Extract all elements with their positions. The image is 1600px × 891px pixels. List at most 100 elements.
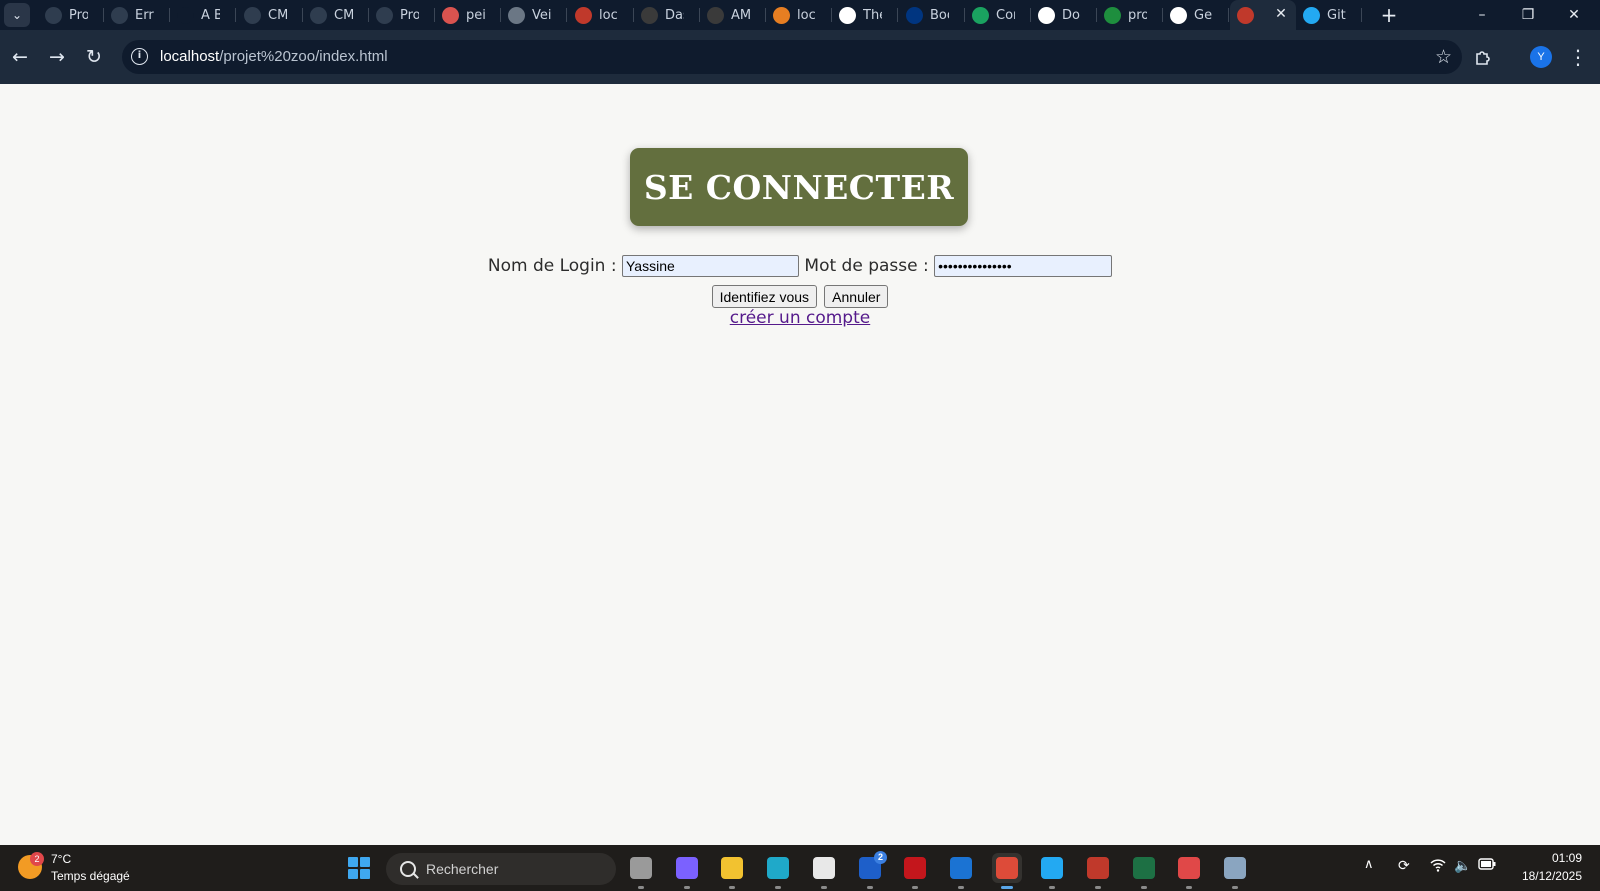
browser-tab[interactable]: CM xyxy=(303,3,369,27)
taskbar-app-excel[interactable] xyxy=(1129,853,1159,889)
taskbar-app-task-view[interactable] xyxy=(626,853,656,889)
running-indicator xyxy=(1186,886,1192,889)
windows-taskbar: 2 7°C Temps dégagé Rechercher 2 ∧ ⟳ 🔈 01… xyxy=(0,845,1600,891)
tab-separator xyxy=(1361,8,1362,22)
windows-start-button[interactable] xyxy=(348,857,370,879)
browser-tab[interactable]: A B xyxy=(170,3,236,27)
browser-toolbar: ← → ↻ i localhost/projet%20zoo/index.htm… xyxy=(0,30,1600,84)
tab-separator xyxy=(566,8,567,22)
browser-tab-label: loc xyxy=(599,7,618,23)
loading-spinner-icon xyxy=(310,6,327,24)
running-indicator xyxy=(1232,886,1238,889)
volume-icon[interactable]: 🔈 xyxy=(1454,858,1471,874)
taskbar-app-microsoft-store[interactable] xyxy=(809,853,839,889)
colorful-swirl-icon xyxy=(575,6,592,24)
running-indicator xyxy=(912,886,918,889)
sync-icon[interactable]: ⟳ xyxy=(1398,858,1410,874)
taskbar-app-learning-app[interactable]: 2 xyxy=(855,851,887,889)
browser-tab-label: loc xyxy=(797,7,816,23)
browser-tab[interactable]: CM xyxy=(237,3,303,27)
browser-tab[interactable]: Cor xyxy=(965,3,1031,27)
new-tab-button[interactable]: + xyxy=(1377,3,1401,27)
taskbar-app-mcafee[interactable] xyxy=(900,853,930,889)
taskbar-app-colorful-swirl-app[interactable] xyxy=(1083,853,1113,889)
taskbar-app-vscode[interactable] xyxy=(1037,853,1067,889)
page-content: SE CONNECTER Nom de Login : Mot de passe… xyxy=(0,84,1600,845)
url-host: localhost xyxy=(160,48,220,65)
taskbar-search-box[interactable]: Rechercher xyxy=(386,853,616,885)
browser-tab-label: Vei xyxy=(532,7,551,23)
browser-tab-label: Do xyxy=(1062,7,1080,23)
browser-tab-label: The xyxy=(863,7,882,23)
bookmark-star-icon[interactable]: ☆ xyxy=(1435,45,1452,69)
password-input[interactable] xyxy=(934,255,1113,277)
running-indicator xyxy=(775,886,781,889)
mcafee-icon xyxy=(904,857,926,879)
taskbar-app-chrome[interactable] xyxy=(992,853,1022,889)
browser-tab[interactable]: ✕ xyxy=(1230,0,1296,30)
red-badge-icon xyxy=(442,6,459,24)
taskbar-app-copilot[interactable] xyxy=(672,853,702,889)
browser-tab-label: AM xyxy=(731,7,750,23)
taskbar-app-settings[interactable] xyxy=(1220,853,1250,889)
create-account-link[interactable]: créer un compte xyxy=(730,308,870,328)
tab-close-icon[interactable]: ✕ xyxy=(1272,5,1290,23)
browser-tab[interactable]: The xyxy=(832,3,898,27)
login-input[interactable] xyxy=(622,255,799,277)
browser-tab[interactable]: Erre xyxy=(104,3,170,27)
running-indicator xyxy=(1095,886,1101,889)
show-hidden-icons-chevron[interactable]: ∧ xyxy=(1364,857,1374,872)
browser-tab[interactable]: Git xyxy=(1296,3,1362,27)
github-icon xyxy=(1170,6,1187,24)
browser-tab[interactable]: loc xyxy=(568,3,634,27)
taskbar-app-outlook[interactable] xyxy=(946,853,976,889)
running-indicator xyxy=(1141,886,1147,889)
running-indicator xyxy=(867,886,873,889)
weather-notification-badge: 2 xyxy=(30,852,44,866)
clock-time[interactable]: 01:09 xyxy=(1518,851,1582,865)
taskbar-app-edge[interactable] xyxy=(763,853,793,889)
weather-description: Temps dégagé xyxy=(51,869,130,883)
battery-icon[interactable] xyxy=(1478,858,1496,874)
browser-tab[interactable]: loc xyxy=(766,3,832,27)
create-account-row: créer un compte xyxy=(0,308,1600,328)
url-text[interactable]: localhost/projet%20zoo/index.html xyxy=(160,48,388,65)
browser-tab[interactable]: Do xyxy=(1031,3,1097,27)
browser-tab-label: Pro xyxy=(400,7,419,23)
tab-search-button[interactable]: ⌄ xyxy=(4,3,30,27)
minimize-button[interactable]: – xyxy=(1459,0,1505,30)
clock-date[interactable]: 18/12/2025 xyxy=(1500,869,1582,883)
page-title: SE CONNECTER xyxy=(643,167,955,207)
browser-tab[interactable]: AM xyxy=(700,3,766,27)
close-window-button[interactable]: ✕ xyxy=(1551,0,1597,30)
site-info-icon[interactable]: i xyxy=(131,48,148,65)
vscode-icon xyxy=(1303,6,1320,24)
reload-button[interactable]: ↻ xyxy=(80,43,108,71)
submit-button[interactable]: Identifiez vous xyxy=(711,285,818,308)
browser-tab-strip: ⌄ Pro Erre A B CM CM Pro pei Vei loc Das AM loc The B… xyxy=(0,0,1600,30)
profile-avatar[interactable]: Y xyxy=(1530,46,1552,68)
browser-tab[interactable]: Pro xyxy=(38,3,104,27)
wifi-icon[interactable] xyxy=(1430,858,1446,876)
address-bar[interactable]: i localhost/projet%20zoo/index.html ☆ xyxy=(122,40,1462,74)
taskbar-app-snipping-tool[interactable] xyxy=(1174,853,1204,889)
browser-tab[interactable]: Vei xyxy=(501,3,567,27)
browser-tab[interactable]: Ge xyxy=(1163,3,1229,27)
google-drive-icon xyxy=(1104,6,1121,24)
browser-tab[interactable]: pei xyxy=(435,3,501,27)
browser-tab[interactable]: Boo xyxy=(899,3,965,27)
arrow-right-icon: → xyxy=(49,46,65,68)
browser-tab-label: Ge xyxy=(1194,7,1213,23)
font-f-icon xyxy=(177,6,194,24)
browser-tab[interactable]: pro xyxy=(1097,3,1163,27)
browser-tab[interactable]: Pro xyxy=(369,3,435,27)
cancel-button[interactable]: Annuler xyxy=(824,285,889,308)
taskbar-app-file-explorer[interactable] xyxy=(717,853,747,889)
browser-tab[interactable]: Das xyxy=(634,3,700,27)
back-button[interactable]: ← xyxy=(6,43,34,71)
extensions-puzzle-icon[interactable] xyxy=(1470,44,1496,70)
more-menu-icon[interactable]: ⋮ xyxy=(1568,45,1588,69)
running-indicator xyxy=(1001,886,1013,889)
forward-button[interactable]: → xyxy=(43,43,71,71)
restore-button[interactable]: ❐ xyxy=(1505,0,1551,30)
